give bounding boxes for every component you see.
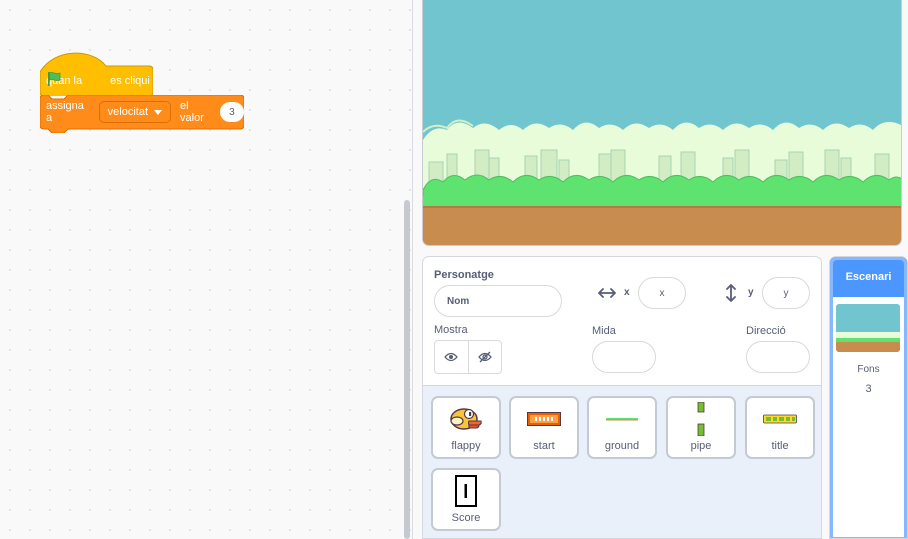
sprite-tile-start[interactable]: start [509, 396, 579, 459]
show-label: Mostra [434, 324, 468, 336]
chevron-down-icon [154, 109, 163, 115]
y-input[interactable]: y [762, 277, 810, 309]
y-placeholder: y [783, 287, 789, 299]
start-banner-icon [527, 412, 561, 426]
y-label: y [748, 287, 754, 298]
x-placeholder: x [659, 287, 665, 299]
x-label: x [624, 287, 630, 298]
sprite-name: title [771, 440, 789, 452]
green-flag-icon [48, 72, 104, 89]
stage-selector[interactable]: Escenari Fons 3 [829, 256, 908, 539]
stage-label: Escenari [845, 271, 892, 283]
sprite-name: pipe [690, 440, 712, 452]
sprite-tile-score[interactable]: Score [431, 468, 501, 531]
code-area-scrollbar[interactable] [404, 200, 410, 539]
pipe-icon [697, 402, 705, 436]
sprite-tile-ground[interactable]: ground [587, 396, 657, 459]
horizontal-arrows-icon [598, 288, 616, 298]
set-variable-block[interactable]: assigna a velocitat el valor 3 [40, 95, 244, 133]
set-block-mid-label: el valor [180, 100, 204, 124]
sprite-tile-flappy[interactable]: flappy [431, 396, 501, 459]
backdrops-count: 3 [865, 383, 872, 395]
code-area[interactable]: quan la es cliqui assigna a velocitat el… [0, 0, 413, 539]
sprite-tile-title[interactable]: title [745, 396, 815, 459]
value-input[interactable]: 3 [219, 102, 244, 122]
direction-input[interactable] [746, 341, 810, 373]
stage-selector-header: Escenari [830, 257, 907, 297]
sprite-tile-pipe[interactable]: pipe [666, 396, 736, 459]
title-logo-icon [763, 414, 797, 424]
when-flag-clicked-block[interactable]: quan la es cliqui [40, 52, 153, 96]
sprite-label: Personatge [434, 269, 494, 281]
direction-label: Direcció [746, 325, 786, 337]
value-text: 3 [229, 106, 235, 118]
sprite-name: start [533, 440, 555, 452]
score-icon [455, 475, 477, 507]
sprite-name: Score [451, 512, 481, 524]
hat-text-after: es cliqui [110, 75, 150, 87]
bird-icon [450, 408, 482, 430]
variable-name: velocitat [107, 106, 149, 118]
eye-hidden-icon [477, 351, 492, 363]
backdrop-thumbnail [836, 304, 900, 352]
sprite-name: flappy [451, 440, 481, 452]
x-input[interactable]: x [638, 277, 686, 309]
sprite-name-placeholder: Nom [447, 295, 470, 307]
sprite-name-input[interactable]: Nom [434, 285, 562, 317]
stage-backdrop [423, 0, 901, 245]
vertical-arrows-icon [726, 284, 736, 302]
ground-line-icon [606, 418, 638, 421]
variable-dropdown[interactable]: velocitat [98, 101, 172, 123]
eye-icon [444, 352, 459, 362]
backdrops-label: Fons [857, 364, 880, 375]
hide-sprite-button[interactable] [467, 341, 502, 373]
show-sprite-button[interactable] [435, 341, 468, 373]
set-block-label: assigna a [46, 100, 84, 124]
size-label: Mida [592, 325, 616, 337]
sprite-info-pane: Personatge Nom x x y y Mostra Mida Direc… [422, 256, 822, 539]
selected-outline [830, 257, 907, 538]
sprite-name: ground [604, 440, 640, 452]
sprite-list: flappy start ground pipe title Score [423, 385, 821, 538]
stage-canvas[interactable] [422, 0, 902, 246]
visibility-toggle-group [434, 340, 502, 374]
size-input[interactable] [592, 341, 656, 373]
